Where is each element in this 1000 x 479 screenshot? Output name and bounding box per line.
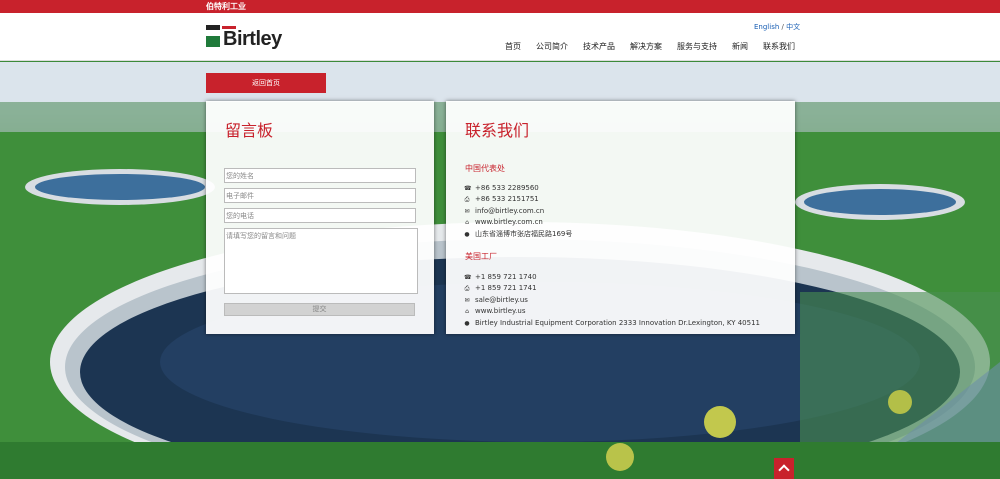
nav-item-home[interactable]: 首页	[505, 42, 521, 52]
logo-text: Birtley	[223, 28, 282, 50]
china-website[interactable]: www.birtley.com.cn	[475, 218, 543, 227]
china-address: 山东省淄博市张店福民路169号	[475, 230, 573, 238]
phone-input[interactable]: 您的电话	[224, 208, 416, 223]
usa-factory-heading: 美国工厂	[465, 252, 497, 261]
top-bar: 伯特利工业	[0, 0, 1000, 13]
nav-item-solutions[interactable]: 解决方案	[630, 42, 662, 52]
message-textarea[interactable]: 请填写您的留言和问题	[224, 228, 418, 294]
nav-item-about[interactable]: 公司简介	[536, 42, 568, 52]
site-logo[interactable]: Birtley	[206, 25, 296, 51]
usa-phone-row: ☎ +1 859 721 1740	[464, 273, 537, 282]
china-website-row: ⌂ www.birtley.com.cn	[464, 218, 543, 227]
china-phone: +86 533 2289560	[475, 184, 539, 192]
china-fax-row: ⎙ +86 533 2151751	[464, 195, 539, 204]
usa-fax: +1 859 721 1741	[475, 284, 537, 292]
site-header: Birtley English / 中文 首页 公司简介 技术产品 解决方案 服…	[0, 13, 1000, 61]
usa-website[interactable]: www.birtley.us	[475, 307, 525, 316]
usa-website-row: ⌂ www.birtley.us	[464, 307, 525, 316]
china-fax: +86 533 2151751	[475, 195, 539, 203]
email-input[interactable]: 电子邮件	[224, 188, 416, 203]
nav-item-products[interactable]: 技术产品	[583, 42, 615, 52]
usa-phone: +1 859 721 1740	[475, 273, 537, 281]
name-input[interactable]: 您的姓名	[224, 168, 416, 183]
usa-fax-row: ⎙ +1 859 721 1741	[464, 284, 537, 293]
logo-mark-icon	[206, 25, 236, 47]
arrow-up-icon	[778, 464, 790, 476]
phone-icon: ☎	[464, 273, 472, 281]
email-icon: ✉	[464, 207, 470, 215]
usa-email[interactable]: sale@birtley.us	[475, 296, 528, 305]
china-office-heading: 中国代表处	[465, 164, 505, 173]
home-icon: ⌂	[465, 218, 469, 226]
china-phone-row: ☎ +86 533 2289560	[464, 184, 539, 193]
china-email-row: ✉ info@birtley.com.cn	[464, 207, 544, 216]
company-name: 伯特利工业	[206, 2, 246, 11]
lang-chinese-link[interactable]: 中文	[786, 23, 800, 31]
email-icon: ✉	[464, 296, 470, 304]
nav-item-contact[interactable]: 联系我们	[763, 42, 795, 52]
message-board-title: 留言板	[225, 121, 274, 140]
lang-english-link[interactable]: English	[754, 23, 779, 31]
fax-icon: ⎙	[464, 195, 470, 203]
china-address-row: ● 山东省淄博市张店福民路169号	[464, 230, 572, 239]
nav-item-news[interactable]: 新闻	[732, 42, 748, 52]
china-email[interactable]: info@birtley.com.cn	[475, 207, 544, 216]
nav-item-service[interactable]: 服务与支持	[677, 42, 717, 52]
contact-card: 联系我们 中国代表处 ☎ +86 533 2289560 ⎙ +86 533 215…	[446, 101, 795, 334]
location-icon: ●	[464, 230, 470, 238]
usa-address: Birtley Industrial Equipment Corporation…	[475, 319, 760, 327]
usa-address-row: ● Birtley Industrial Equipment Corporatio…	[464, 319, 760, 328]
main-nav: 首页 公司简介 技术产品 解决方案 服务与支持 新闻 联系我们	[505, 42, 795, 52]
contact-title: 联系我们	[465, 121, 530, 140]
return-home-button[interactable]: 返回首页	[206, 73, 326, 93]
message-board-card: 留言板 您的姓名 电子邮件 您的电话 请填写您的留言和问题 提交	[206, 101, 434, 334]
back-to-top-button[interactable]	[774, 458, 794, 479]
location-icon: ●	[464, 319, 470, 327]
fax-icon: ⎙	[464, 284, 470, 292]
phone-icon: ☎	[464, 184, 472, 192]
usa-email-row: ✉ sale@birtley.us	[464, 296, 528, 305]
language-switch: English / 中文	[754, 23, 800, 32]
submit-button[interactable]: 提交	[224, 303, 415, 316]
home-icon: ⌂	[465, 307, 469, 315]
